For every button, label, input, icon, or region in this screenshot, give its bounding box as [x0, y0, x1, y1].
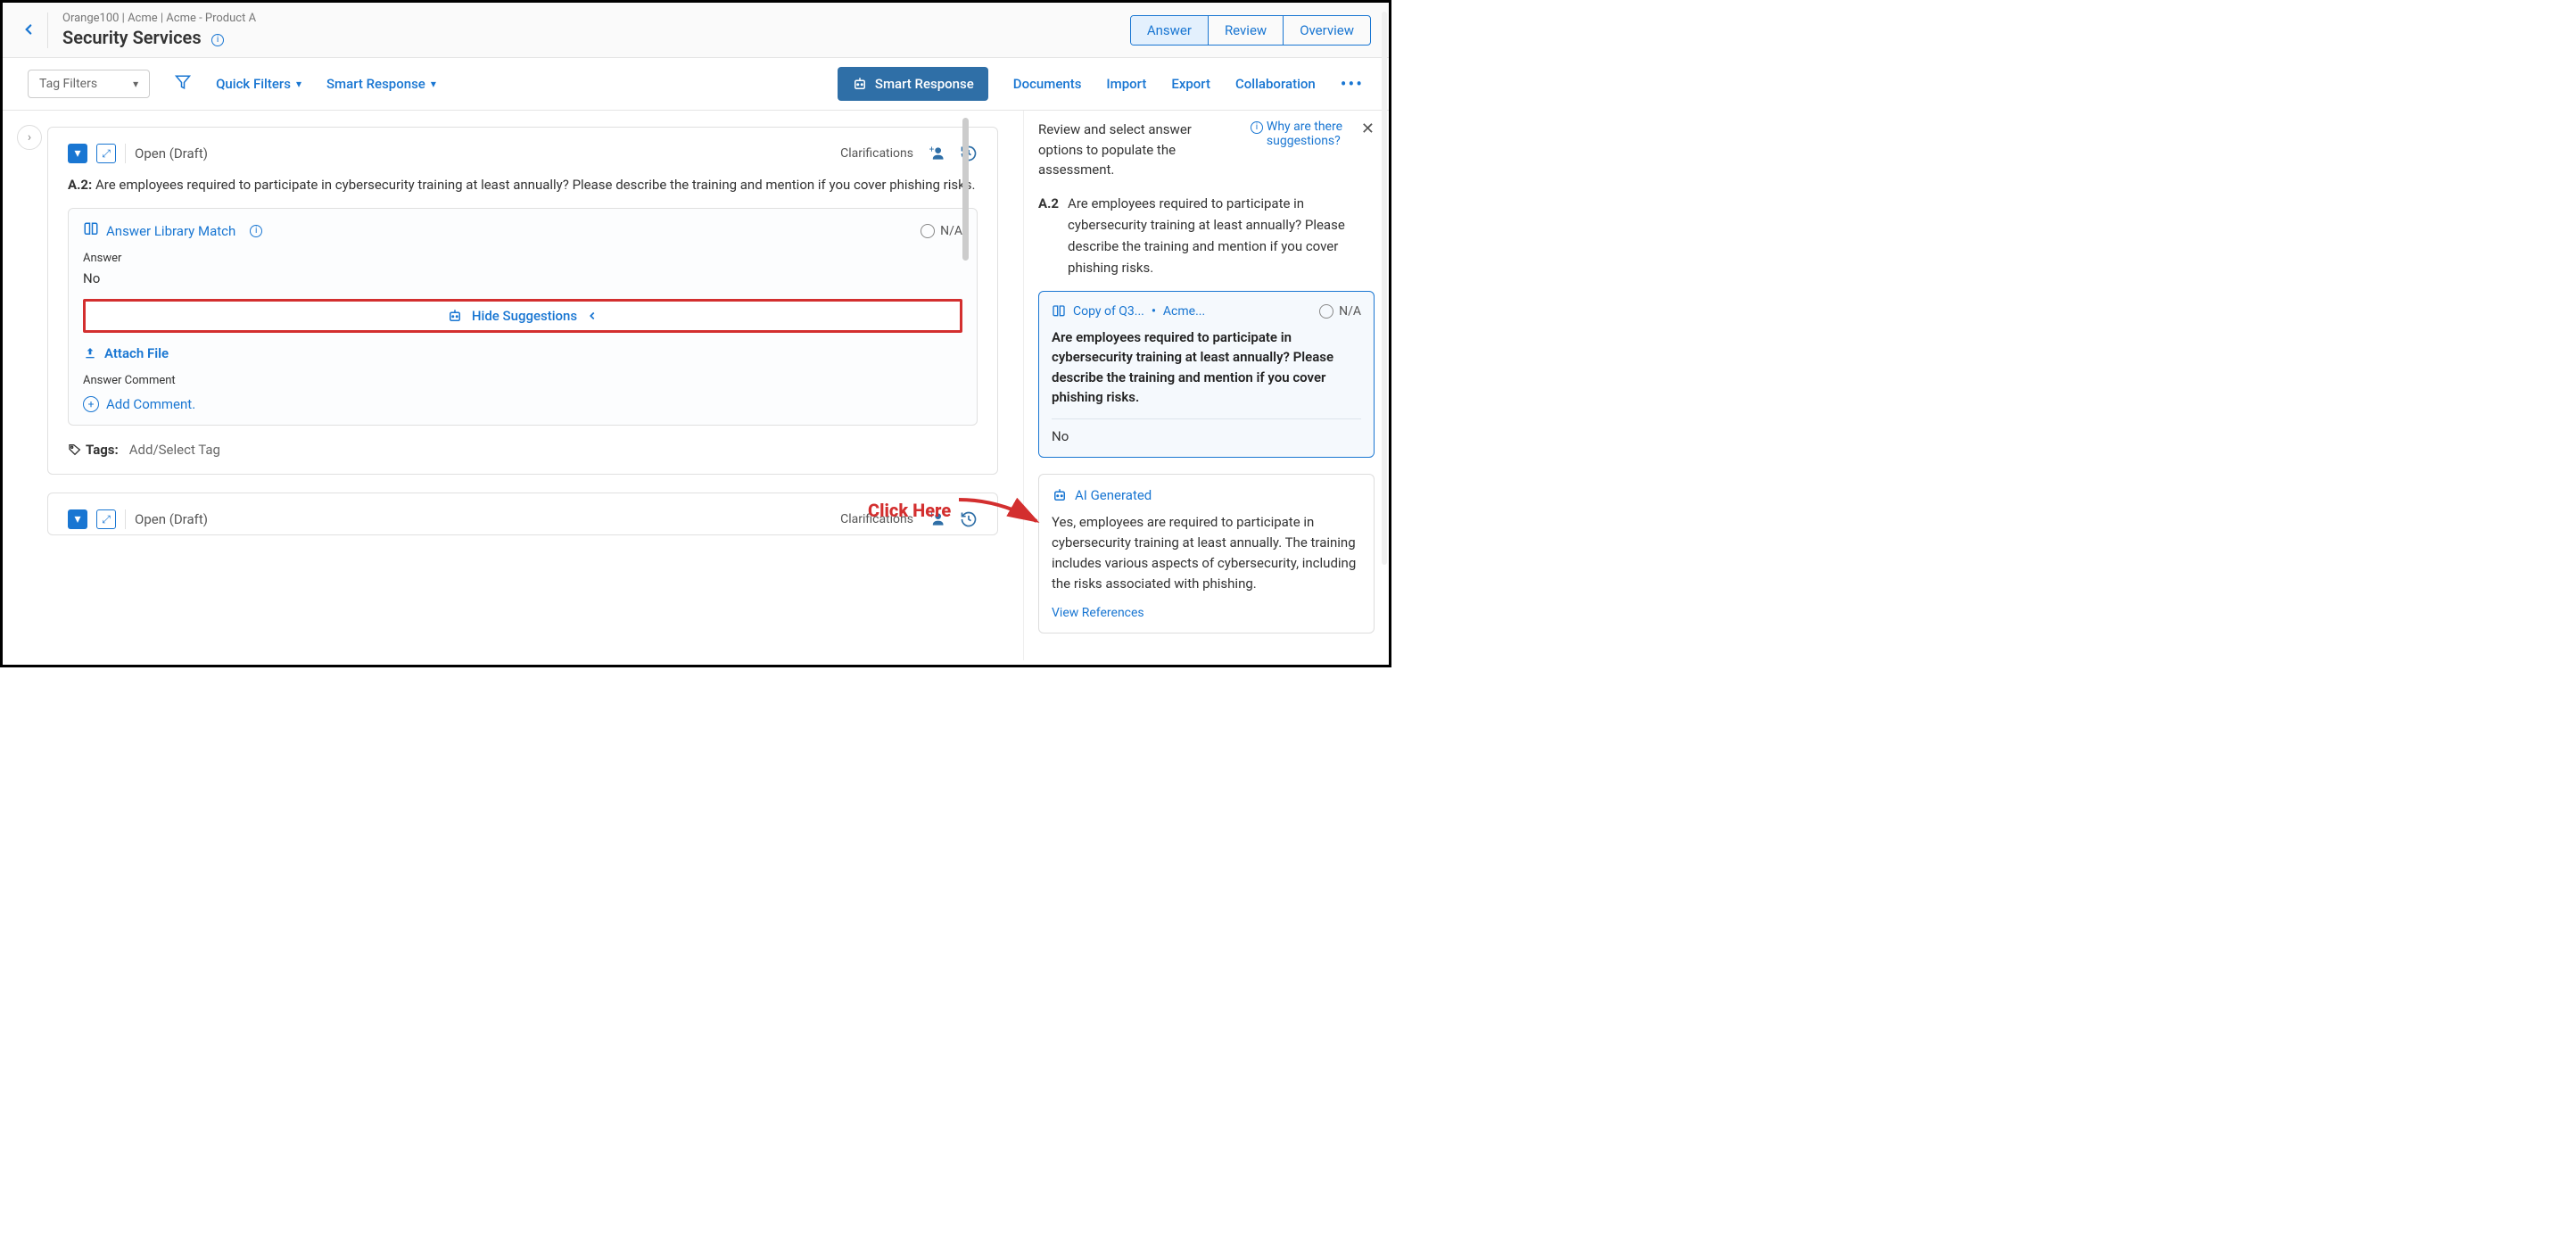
divider [47, 12, 48, 48]
robot-icon [447, 308, 463, 324]
book-icon [1052, 304, 1066, 319]
info-icon[interactable]: i [211, 34, 224, 46]
expand-icon[interactable]: ⤢ [96, 509, 116, 529]
scrollbar[interactable] [962, 118, 969, 261]
import-link[interactable]: Import [1106, 76, 1146, 92]
quick-filters-dropdown[interactable]: Quick Filters ▾ [216, 76, 301, 92]
why-suggestions-link[interactable]: i Why are there suggestions? [1243, 120, 1347, 180]
view-references-link[interactable]: View References [1052, 606, 1361, 620]
question-status: Open (Draft) [135, 511, 208, 527]
na-toggle[interactable]: N/A [1319, 304, 1361, 319]
answer-label: Answer [83, 252, 962, 265]
tab-set: Answer Review Overview [1130, 15, 1371, 46]
question-card: ▾ ⤢ Open (Draft) Clarifications + A.2: A… [47, 127, 998, 475]
chevron-down-icon: ▾ [431, 78, 436, 90]
library-match-label: Answer Library Match [106, 223, 235, 239]
tag-icon [68, 443, 82, 457]
ai-generated-label: AI Generated [1075, 487, 1152, 503]
review-instructions: Review and select answer options to popu… [1038, 120, 1234, 180]
checkbox-checked-icon[interactable]: ▾ [68, 144, 87, 163]
suggestion-card-library[interactable]: Copy of Q3... • Acme... N/A Are employees… [1038, 291, 1375, 458]
answer-library-match-box: Answer Library Match i N/A Answer No Hid… [68, 208, 978, 426]
breadcrumb: Orange100 | Acme | Acme - Product A [62, 12, 256, 25]
clarifications-link[interactable]: Clarifications [840, 512, 913, 526]
suggestion-question: Are employees required to participate in… [1052, 327, 1361, 408]
tag-filters-dropdown[interactable]: Tag Filters ▾ [28, 70, 150, 98]
copy-label: Copy of Q3... [1073, 304, 1144, 319]
info-icon: i [1251, 121, 1263, 134]
question-id: A.2: [68, 177, 92, 193]
filter-icon[interactable] [175, 74, 191, 95]
smart-response-button[interactable]: Smart Response [838, 67, 988, 101]
add-person-icon[interactable]: + [928, 145, 945, 162]
radio-icon [921, 224, 935, 238]
more-icon[interactable]: ••• [1341, 73, 1364, 95]
expand-icon[interactable]: ⤢ [96, 144, 116, 163]
radio-icon [1319, 304, 1333, 319]
acme-label: Acme... [1163, 304, 1205, 319]
robot-icon [852, 76, 868, 92]
question-card: ▾ ⤢ Open (Draft) Clarifications + [47, 493, 998, 535]
info-icon[interactable]: i [250, 225, 262, 237]
tag-filters-label: Tag Filters [39, 77, 97, 91]
plus-circle-icon: + [83, 396, 99, 412]
na-toggle[interactable]: N/A [921, 224, 962, 238]
page-title: Security Services [62, 27, 202, 48]
divider [125, 509, 126, 529]
book-icon [83, 221, 99, 241]
suggestion-card-ai[interactable]: AI Generated Yes, employees are required… [1038, 474, 1375, 633]
ai-generated-text: Yes, employees are required to participa… [1052, 512, 1361, 595]
answer-value: No [83, 270, 962, 286]
suggestion-answer: No [1052, 418, 1361, 444]
smart-response-dropdown[interactable]: Smart Response ▾ [326, 76, 436, 92]
tags-placeholder[interactable]: Add/Select Tag [129, 442, 220, 458]
export-link[interactable]: Export [1171, 76, 1210, 92]
chevron-down-icon: ▾ [296, 78, 301, 90]
hide-suggestions-button[interactable]: Hide Suggestions [83, 299, 962, 333]
checkbox-checked-icon[interactable]: ▾ [68, 509, 87, 529]
divider [125, 144, 126, 163]
attach-file-button[interactable]: Attach File [83, 345, 962, 361]
question-id: A.2 [1038, 193, 1059, 278]
expand-handle[interactable]: › [17, 125, 42, 150]
collaboration-link[interactable]: Collaboration [1235, 76, 1316, 92]
question-status: Open (Draft) [135, 145, 208, 161]
tab-overview[interactable]: Overview [1284, 16, 1370, 45]
tags-label: Tags: [68, 442, 119, 458]
chevron-left-icon [586, 310, 599, 322]
documents-link[interactable]: Documents [1013, 76, 1082, 92]
tab-answer[interactable]: Answer [1131, 16, 1209, 45]
tab-review[interactable]: Review [1209, 16, 1284, 45]
chevron-down-icon: ▾ [133, 78, 138, 90]
header-text: Orange100 | Acme | Acme - Product A Secu… [62, 12, 256, 48]
clarifications-link[interactable]: Clarifications [840, 146, 913, 161]
upload-icon [83, 346, 97, 360]
svg-text:+: + [929, 510, 935, 520]
answer-comment-label: Answer Comment [83, 374, 962, 387]
add-person-icon[interactable]: + [928, 510, 945, 528]
add-comment-button[interactable]: + Add Comment. [83, 396, 962, 412]
right-question: A.2 Are employees required to participat… [1038, 193, 1375, 278]
robot-icon [1052, 487, 1068, 503]
dot-icon: • [1152, 304, 1156, 319]
back-button[interactable] [21, 18, 37, 43]
question-text: A.2: Are employees required to participa… [68, 174, 978, 195]
history-icon[interactable] [960, 510, 978, 528]
close-icon[interactable]: ✕ [1361, 120, 1375, 180]
scrollbar[interactable] [1382, 12, 1387, 565]
svg-text:+: + [929, 145, 935, 154]
